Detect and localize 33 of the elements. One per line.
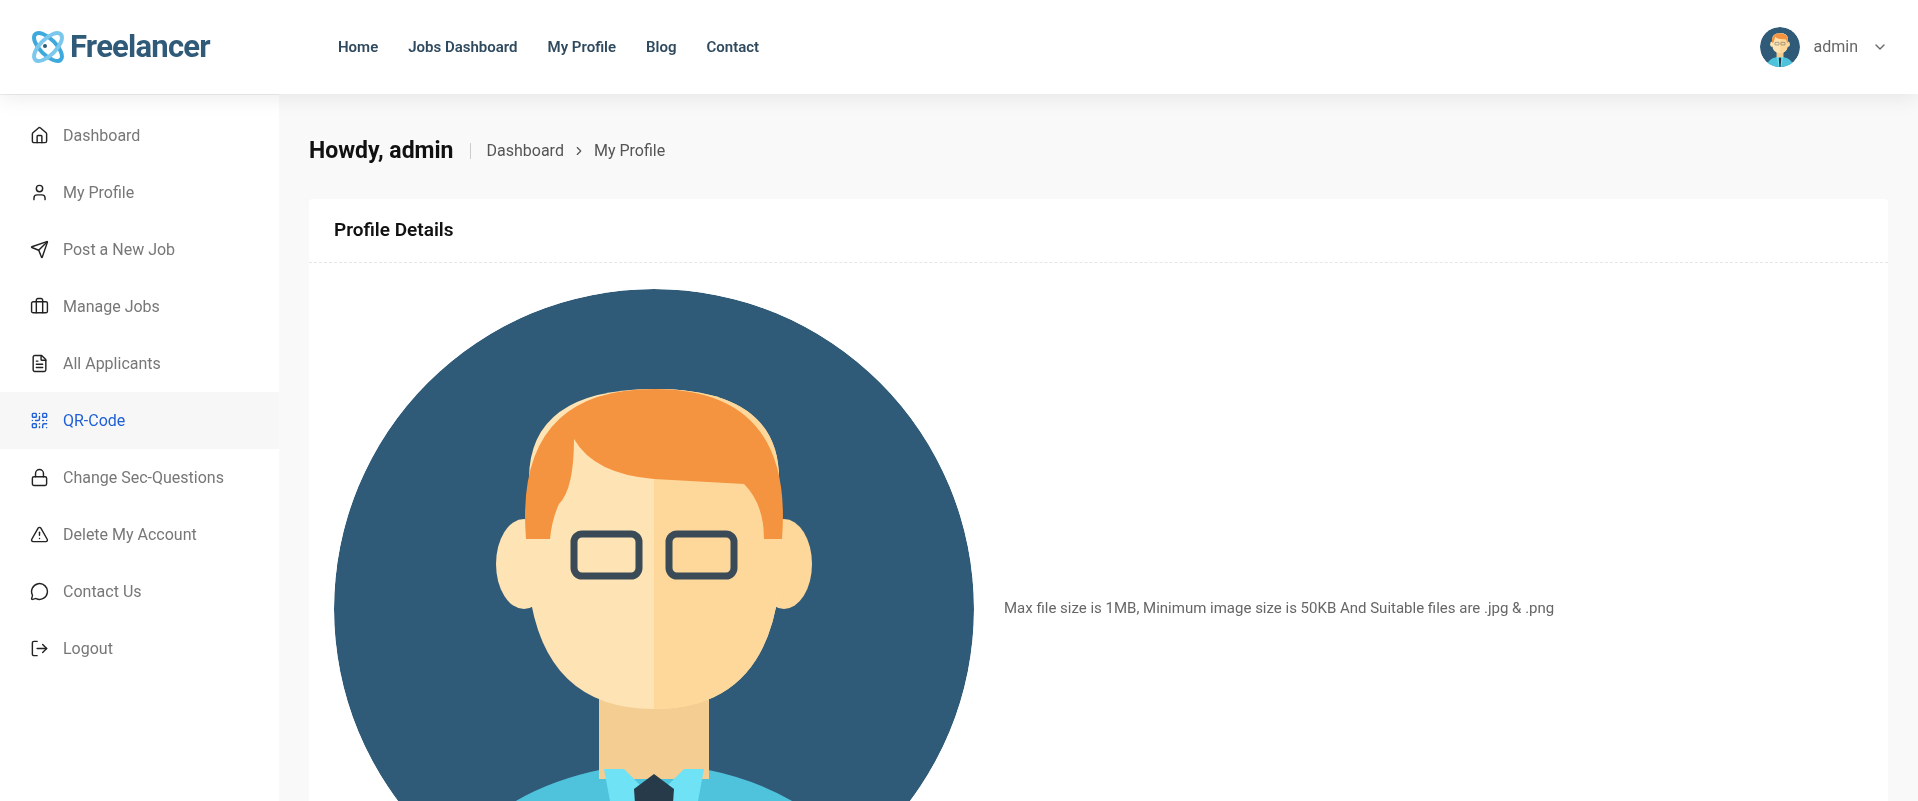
sidebar-item[interactable]: Contact Us — [0, 563, 279, 620]
upload-hint: Max file size is 1MB, Minimum image size is 50KB And Suitable files are .jpg & .png — [1004, 598, 1555, 620]
logout-icon — [30, 639, 49, 658]
person-icon — [30, 183, 49, 202]
chat-bubble-icon — [30, 582, 49, 601]
nav-link[interactable]: Blog — [646, 35, 677, 59]
briefcase-icon — [30, 297, 49, 316]
sidebar-item[interactable]: QR-Code — [0, 392, 279, 449]
document-icon — [30, 354, 49, 373]
card-title: Profile Details — [334, 216, 454, 243]
nav-link[interactable]: Home — [338, 35, 379, 59]
breadcrumb-item[interactable]: Dashboard — [486, 139, 564, 164]
nav-link[interactable]: Jobs Dashboard — [408, 35, 518, 59]
sidebar-item[interactable]: Manage Jobs — [0, 278, 279, 335]
qr-code-icon — [30, 411, 49, 430]
lock-icon — [30, 468, 49, 487]
sidebar-item[interactable]: Delete My Account — [0, 506, 279, 563]
user-avatar — [1759, 27, 1800, 67]
sidebar-item[interactable]: Change Sec-Questions — [0, 449, 279, 506]
brand-name[interactable]: Freelancer — [70, 23, 210, 71]
paper-plane-icon — [30, 240, 49, 259]
sidebar-item[interactable]: Post a New Job — [0, 221, 279, 278]
nav-link[interactable]: Contact — [706, 35, 760, 59]
sidebar-item[interactable]: My Profile — [0, 164, 279, 221]
breadcrumb-item: My Profile — [593, 140, 666, 163]
house-icon — [30, 126, 49, 145]
warning-icon — [30, 525, 49, 544]
page-title: Howdy, admin — [309, 136, 454, 166]
nav-link[interactable]: My Profile — [547, 35, 617, 59]
sidebar-item[interactable]: Dashboard — [0, 107, 279, 164]
sidebar-item[interactable]: All Applicants — [0, 335, 279, 392]
sidebar-item[interactable]: Logout — [0, 620, 279, 677]
user-name[interactable]: admin — [1813, 35, 1858, 59]
